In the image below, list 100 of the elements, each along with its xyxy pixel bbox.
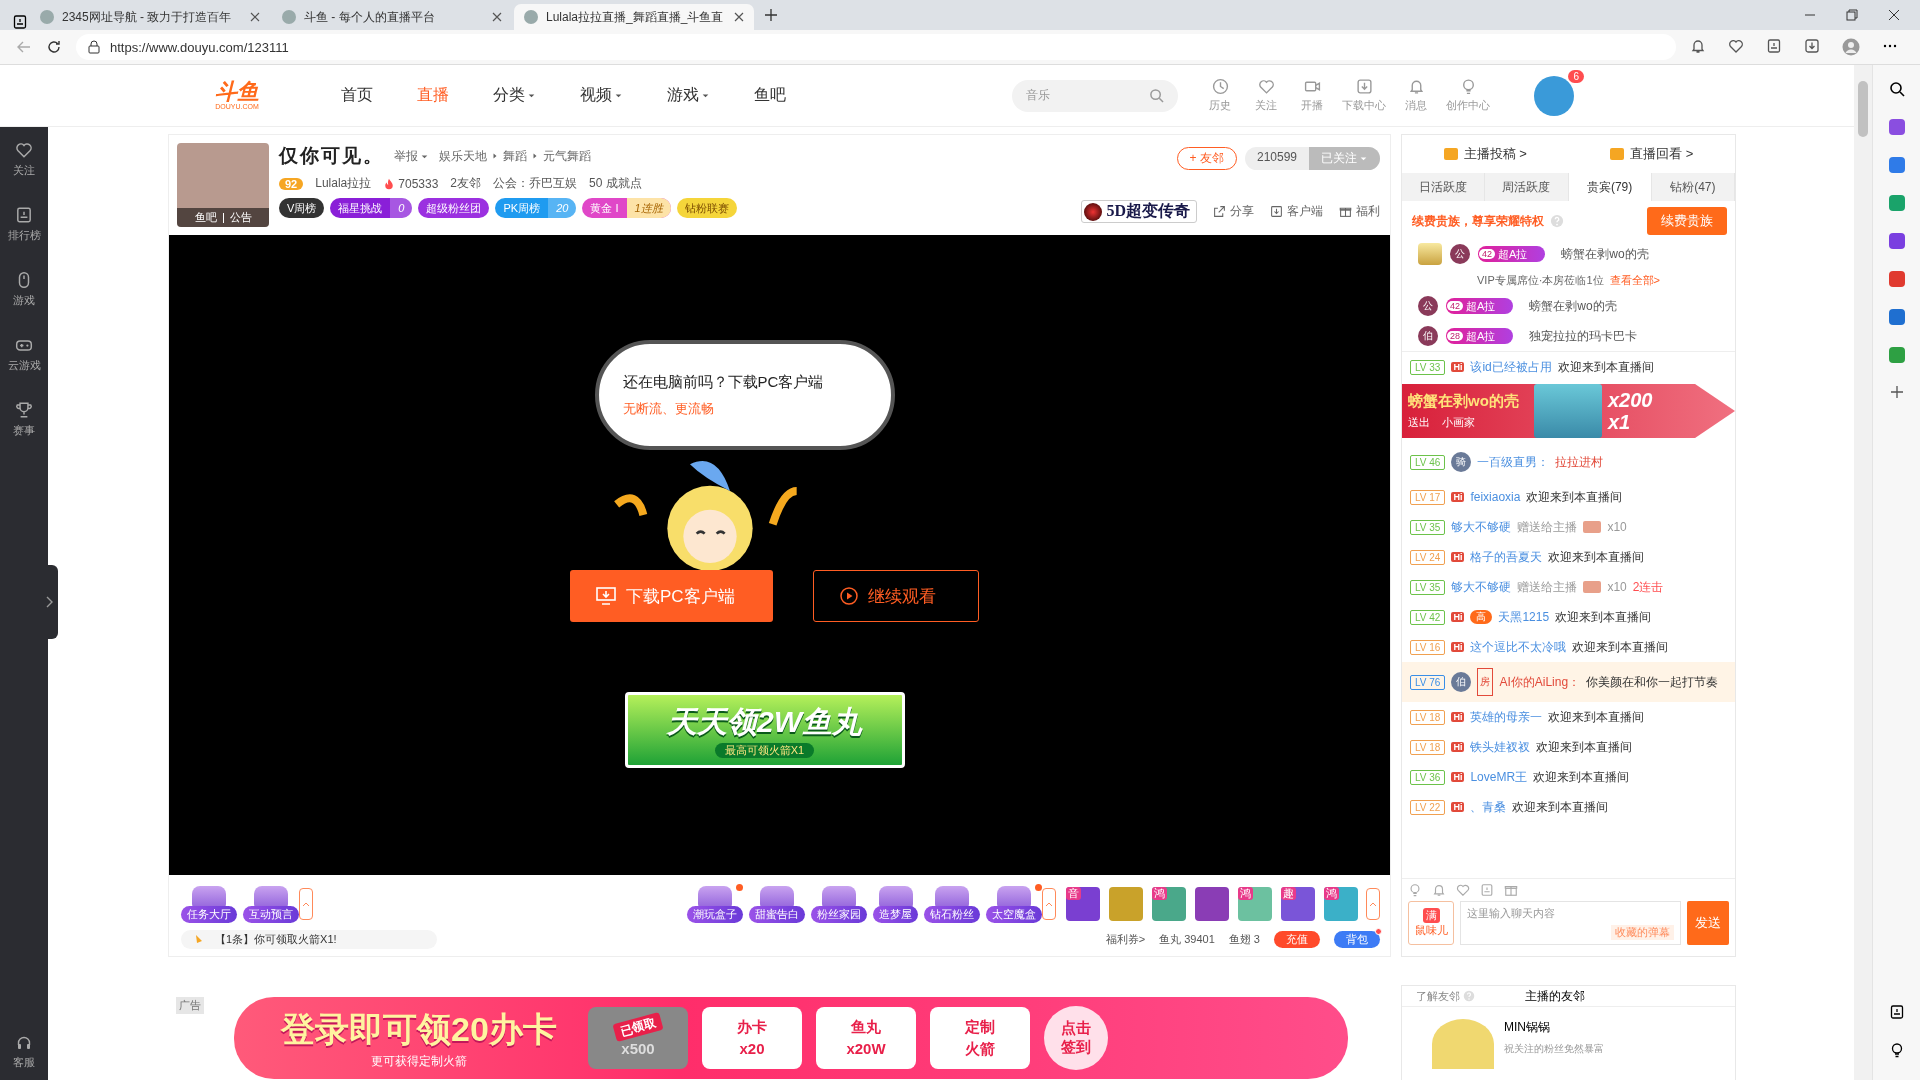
action-link[interactable]: 分享 <box>1213 203 1254 220</box>
nav-link[interactable]: 分类 <box>471 85 558 106</box>
avatar-link[interactable]: 公告 <box>229 210 252 225</box>
achievement-points[interactable]: 50 成就点 <box>589 175 642 192</box>
send-button[interactable]: 发送 <box>1687 901 1729 945</box>
panel-tab[interactable]: 钻粉(47) <box>1651 173 1735 201</box>
header-tool[interactable]: 开播 <box>1296 78 1328 113</box>
sidebar-item[interactable]: 云游戏 <box>7 336 41 373</box>
rank-badge[interactable]: 钻粉联赛 <box>676 198 737 218</box>
close-icon[interactable] <box>734 12 744 22</box>
close-icon[interactable] <box>1888 9 1900 21</box>
close-icon[interactable] <box>250 12 260 22</box>
chat-username[interactable]: 够大不够硬 <box>1451 578 1512 596</box>
gift-item[interactable]: 鸿 <box>1238 887 1272 921</box>
view-all-link[interactable]: 查看全部> <box>1609 272 1660 288</box>
sidebar-item[interactable]: 关注 <box>13 141 35 178</box>
browser-tab[interactable]: 2345网址导航 - 致力于打造百年 <box>30 4 270 30</box>
app-icon[interactable] <box>1888 119 1905 135</box>
nav-link[interactable]: 鱼吧 <box>732 85 808 106</box>
chat-username[interactable]: 格子的吾夏天 <box>1470 548 1543 566</box>
rank-badge[interactable]: 黄金 I 1连胜 <box>582 198 671 218</box>
favorite-add-icon[interactable] <box>1728 38 1744 54</box>
reload-icon[interactable] <box>46 39 62 55</box>
header-tool[interactable]: 创作中心 <box>1446 78 1490 113</box>
chat-username[interactable]: 英雄的母亲一 <box>1470 708 1543 726</box>
chat-username[interactable]: feixiaoxia <box>1470 490 1521 504</box>
guild-name[interactable]: 公会：乔巴互娱 <box>493 175 577 192</box>
panel-tab[interactable]: 日活跃度 <box>1402 173 1486 201</box>
chat-username[interactable]: 够大不够硬 <box>1451 518 1512 536</box>
favorite-icon[interactable] <box>1456 883 1470 897</box>
chat-username[interactable]: LoveMR王 <box>1470 768 1528 786</box>
download-client-button[interactable]: 下载PC客户端 <box>570 570 773 622</box>
avatar-link[interactable]: 鱼吧 <box>194 210 217 225</box>
gift-item[interactable]: 鸿 <box>1152 887 1186 921</box>
gift-item[interactable]: 鸿 <box>1324 887 1358 921</box>
ad-banner[interactable]: 登录即可领20办卡 更可获得定制火箭 已领取 x500 办卡 x20 鱼丸 x20W 定制 火箭 点击 签到 <box>234 997 1348 1079</box>
chat-username[interactable]: 该id已经被占用 <box>1470 358 1552 376</box>
browser-tab[interactable]: Lulala拉拉直播_舞蹈直播_斗鱼直 <box>514 4 754 30</box>
rank-badge[interactable]: 福星挑战 0 <box>330 198 413 218</box>
search-icon[interactable] <box>1888 81 1905 97</box>
gift-item[interactable]: 趣 <box>1281 887 1315 921</box>
gift-icon[interactable] <box>1504 883 1518 897</box>
browser-tab[interactable]: 斗鱼 - 每个人的直播平台 <box>272 4 512 30</box>
about-friends-link[interactable]: 了解友邻 <box>1416 988 1460 1004</box>
tool-button[interactable]: 任务大厅 <box>181 885 237 923</box>
nav-link[interactable]: 首页 <box>319 85 395 106</box>
tool-button[interactable]: 潮玩盒子 <box>687 885 743 923</box>
profile-icon[interactable] <box>1842 38 1860 56</box>
new-tab-icon[interactable] <box>764 8 778 22</box>
chat-username[interactable]: 天黑1215 <box>1498 608 1550 626</box>
game-ad-logo[interactable]: 5D超变传奇 <box>1081 200 1197 223</box>
action-link[interactable]: 客户端 <box>1270 203 1323 220</box>
vip-username[interactable]: 独宠拉拉的玛卡巴卡 <box>1529 327 1638 345</box>
rank-badge[interactable]: PK周榜 20 <box>495 198 577 218</box>
add-icon[interactable] <box>1889 385 1904 399</box>
backpack-button[interactable]: 背包 <box>1334 930 1380 948</box>
vip-username[interactable]: 螃蟹在剥wo的壳 <box>1561 245 1649 263</box>
chat-input-field[interactable]: 这里输入聊天内容 收藏的弹幕 <box>1460 901 1681 945</box>
sidebar-item[interactable]: 排行榜 <box>7 206 41 243</box>
streamer-avatar[interactable]: 鱼吧 公告 <box>177 143 269 227</box>
chat-username[interactable]: 、青桑 <box>1470 798 1507 816</box>
scrollbar-thumb[interactable] <box>1858 81 1868 137</box>
tool-button[interactable]: 粉丝家园 <box>811 885 867 923</box>
back-icon[interactable] <box>16 39 32 55</box>
sidebar-item[interactable]: 客服 <box>13 1035 35 1070</box>
promo-banner[interactable]: 天天领2W鱼丸 最高可领火箭X1 <box>624 692 905 768</box>
panel-link[interactable]: 直播回看 > <box>1568 145 1735 163</box>
chat-username[interactable]: AI你的AiLing： <box>1499 669 1581 695</box>
rank-badge[interactable]: V周榜 <box>279 198 325 218</box>
header-tool[interactable]: 消息 <box>1400 78 1432 113</box>
address-bar[interactable]: https://www.douyu.com/123111 <box>76 34 1676 60</box>
tool-button[interactable]: 互动预言 <box>243 885 299 923</box>
sidebar-item[interactable]: 赛事 <box>13 401 35 438</box>
recharge-button[interactable]: 充值 <box>1274 930 1320 948</box>
vip-row[interactable]: 伯 28 超A拉 独宠拉拉的玛卡巴卡 <box>1402 321 1735 351</box>
vip-username[interactable]: 螃蟹在剥wo的壳 <box>1529 297 1617 315</box>
panel-link[interactable]: 主播投稿 > <box>1402 145 1569 163</box>
anchor-name[interactable]: Lulala拉拉 <box>315 175 372 192</box>
fan-badge[interactable]: 满 鼠味儿 <box>1408 901 1454 945</box>
panel-tab[interactable]: 周活跃度 <box>1485 173 1569 201</box>
app-icon[interactable] <box>1888 309 1905 325</box>
breadcrumb-link[interactable]: 娱乐天地 <box>439 147 487 165</box>
sidebar-item[interactable]: 游戏 <box>13 271 35 308</box>
header-tool[interactable]: 历史 <box>1204 78 1236 113</box>
nav-link[interactable]: 直播 <box>395 85 471 106</box>
chat-username[interactable]: 一百级直男： <box>1477 453 1550 471</box>
header-tool[interactable]: 下载中心 <box>1342 78 1386 113</box>
breadcrumb-link[interactable]: 舞蹈 <box>503 147 527 165</box>
expand-button[interactable] <box>1042 888 1056 920</box>
chat-username[interactable]: 铁头娃衩衩 <box>1470 738 1531 756</box>
tool-button[interactable]: 甜蜜告白 <box>749 885 805 923</box>
app-icon[interactable] <box>1888 271 1905 287</box>
tool-button[interactable]: 钻石粉丝 <box>924 885 980 923</box>
chat-username[interactable]: 这个逗比不太冷哦 <box>1470 638 1567 656</box>
tool-button[interactable]: 太空魔盒 <box>986 885 1042 923</box>
rank-badge[interactable]: 超级粉丝团 <box>418 198 490 218</box>
app-icon[interactable] <box>1888 195 1905 211</box>
app-icon[interactable] <box>1888 347 1905 363</box>
nav-link[interactable]: 视频 <box>558 85 645 106</box>
user-avatar[interactable] <box>1534 75 1574 116</box>
